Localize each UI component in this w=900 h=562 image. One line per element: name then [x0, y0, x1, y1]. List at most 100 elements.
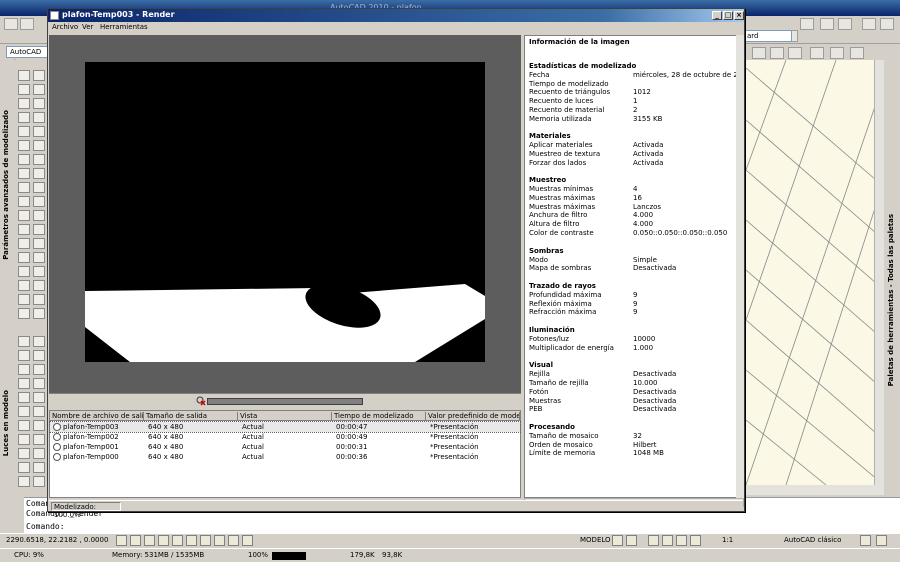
ducs-icon[interactable] [200, 535, 211, 546]
rotate-icon[interactable] [33, 154, 45, 165]
polar-icon[interactable] [158, 535, 169, 546]
col-render-time[interactable]: Tiempo de modelizado [332, 412, 426, 421]
move-icon[interactable] [33, 140, 45, 151]
table-icon[interactable] [18, 294, 30, 305]
point-icon[interactable] [18, 238, 30, 249]
ellipse-arc-icon[interactable] [18, 196, 30, 207]
grid-icon[interactable] [130, 535, 141, 546]
region-icon[interactable] [18, 280, 30, 291]
line-icon[interactable] [18, 70, 30, 81]
light-icon[interactable] [18, 448, 30, 459]
light-icon[interactable] [33, 378, 45, 389]
light-icon[interactable] [18, 420, 30, 431]
osnap-icon[interactable] [172, 535, 183, 546]
light-icon[interactable] [18, 378, 30, 389]
drawing-vertical-scrollbar[interactable] [874, 60, 884, 485]
tool-icon[interactable] [788, 47, 802, 59]
arc-icon[interactable] [18, 126, 30, 137]
open-icon[interactable] [20, 18, 34, 30]
model-label[interactable]: MODELO [580, 536, 611, 544]
close-icon[interactable] [880, 18, 894, 30]
make-block-icon[interactable] [18, 224, 30, 235]
light-icon[interactable] [33, 350, 45, 361]
cancel-render-icon[interactable] [196, 396, 206, 406]
light-icon[interactable] [33, 406, 45, 417]
tool-icon[interactable] [810, 47, 824, 59]
circle-icon[interactable] [18, 140, 30, 151]
dyn-icon[interactable] [214, 535, 225, 546]
qp-icon[interactable] [242, 535, 253, 546]
scale-icon[interactable] [33, 168, 45, 179]
help-icon[interactable] [800, 18, 814, 30]
mirror-icon[interactable] [33, 98, 45, 109]
workspace-status[interactable]: AutoCAD clásico [784, 536, 841, 544]
col-output-file[interactable]: Nombre de archivo de salida [50, 412, 144, 421]
image-info-panel[interactable]: Información de la imagen Estadísticas de… [524, 35, 744, 498]
fillet-icon[interactable] [33, 266, 45, 277]
drawing-horizontal-scrollbar[interactable] [746, 485, 884, 495]
tool-icon[interactable] [752, 47, 766, 59]
tool-icon[interactable] [830, 47, 844, 59]
light-icon[interactable] [18, 336, 30, 347]
layout-icon[interactable] [612, 535, 623, 546]
workspace-combo[interactable]: AutoCAD cl [6, 46, 50, 67]
maximize-button[interactable]: □ [723, 11, 733, 20]
new-icon[interactable] [4, 18, 18, 30]
light-icon[interactable] [33, 434, 45, 445]
polyline-icon[interactable] [18, 84, 30, 95]
light-icon[interactable] [33, 336, 45, 347]
info-icon[interactable] [838, 18, 852, 30]
light-icon[interactable] [18, 462, 30, 473]
col-preset[interactable]: Valor predefinido de mode... [426, 412, 520, 421]
history-row[interactable]: plafon-Temp000 640 x 480 Actual 00:00:36… [50, 452, 520, 462]
zoom-icon[interactable] [662, 535, 673, 546]
light-icon[interactable] [18, 406, 30, 417]
light-icon[interactable] [18, 350, 30, 361]
lwt-icon[interactable] [228, 535, 239, 546]
chamfer-icon[interactable] [33, 252, 45, 263]
light-icon[interactable] [33, 392, 45, 403]
light-icon[interactable] [33, 364, 45, 375]
ellipse-icon[interactable] [18, 182, 30, 193]
menu-herramientas[interactable]: Herramientas [100, 23, 148, 31]
minimize-icon[interactable] [862, 18, 876, 30]
pan-icon[interactable] [648, 535, 659, 546]
insert-block-icon[interactable] [18, 210, 30, 221]
light-icon[interactable] [18, 364, 30, 375]
history-row[interactable]: plafon-Temp003 640 x 480 Actual 00:00:47… [49, 421, 521, 433]
light-icon[interactable] [18, 434, 30, 445]
gradient-icon[interactable] [18, 266, 30, 277]
info-vertical-scrollbar[interactable] [736, 35, 744, 498]
star-icon[interactable] [820, 18, 834, 30]
light-icon[interactable] [33, 476, 45, 487]
render-history-list[interactable]: Nombre de archivo de salida Tamaño de sa… [49, 410, 521, 498]
history-row[interactable]: plafon-Temp002 640 x 480 Actual 00:00:49… [50, 432, 520, 442]
snap-icon[interactable] [116, 535, 127, 546]
light-icon[interactable] [18, 476, 30, 487]
light-icon[interactable] [33, 420, 45, 431]
clean-screen-icon[interactable] [876, 535, 887, 546]
hatch-icon[interactable] [18, 252, 30, 263]
trim-icon[interactable] [33, 196, 45, 207]
render-window-titlebar[interactable]: plafon-Temp003 - Render _ □ × [48, 9, 744, 22]
render-tool-icon[interactable] [33, 308, 45, 319]
light-icon[interactable] [18, 392, 30, 403]
rectangle-icon[interactable] [18, 112, 30, 123]
showmotion-icon[interactable] [690, 535, 701, 546]
render-viewport[interactable] [49, 35, 521, 393]
otrack-icon[interactable] [186, 535, 197, 546]
annotation-scale[interactable]: 1:1 [722, 536, 733, 544]
explode-icon[interactable] [33, 280, 45, 291]
pencil-icon[interactable] [33, 70, 45, 81]
menu-archivo[interactable]: Archivo [52, 23, 78, 31]
spline-icon[interactable] [18, 168, 30, 179]
style-combo[interactable]: ard [744, 30, 792, 42]
light-icon[interactable] [33, 448, 45, 459]
drawing-area[interactable] [746, 60, 884, 485]
layout-icon[interactable] [626, 535, 637, 546]
menu-ver[interactable]: Ver [82, 23, 93, 31]
offset-icon[interactable] [33, 112, 45, 123]
break-icon[interactable] [33, 224, 45, 235]
copy-icon[interactable] [33, 84, 45, 95]
col-output-size[interactable]: Tamaño de salida [144, 412, 238, 421]
